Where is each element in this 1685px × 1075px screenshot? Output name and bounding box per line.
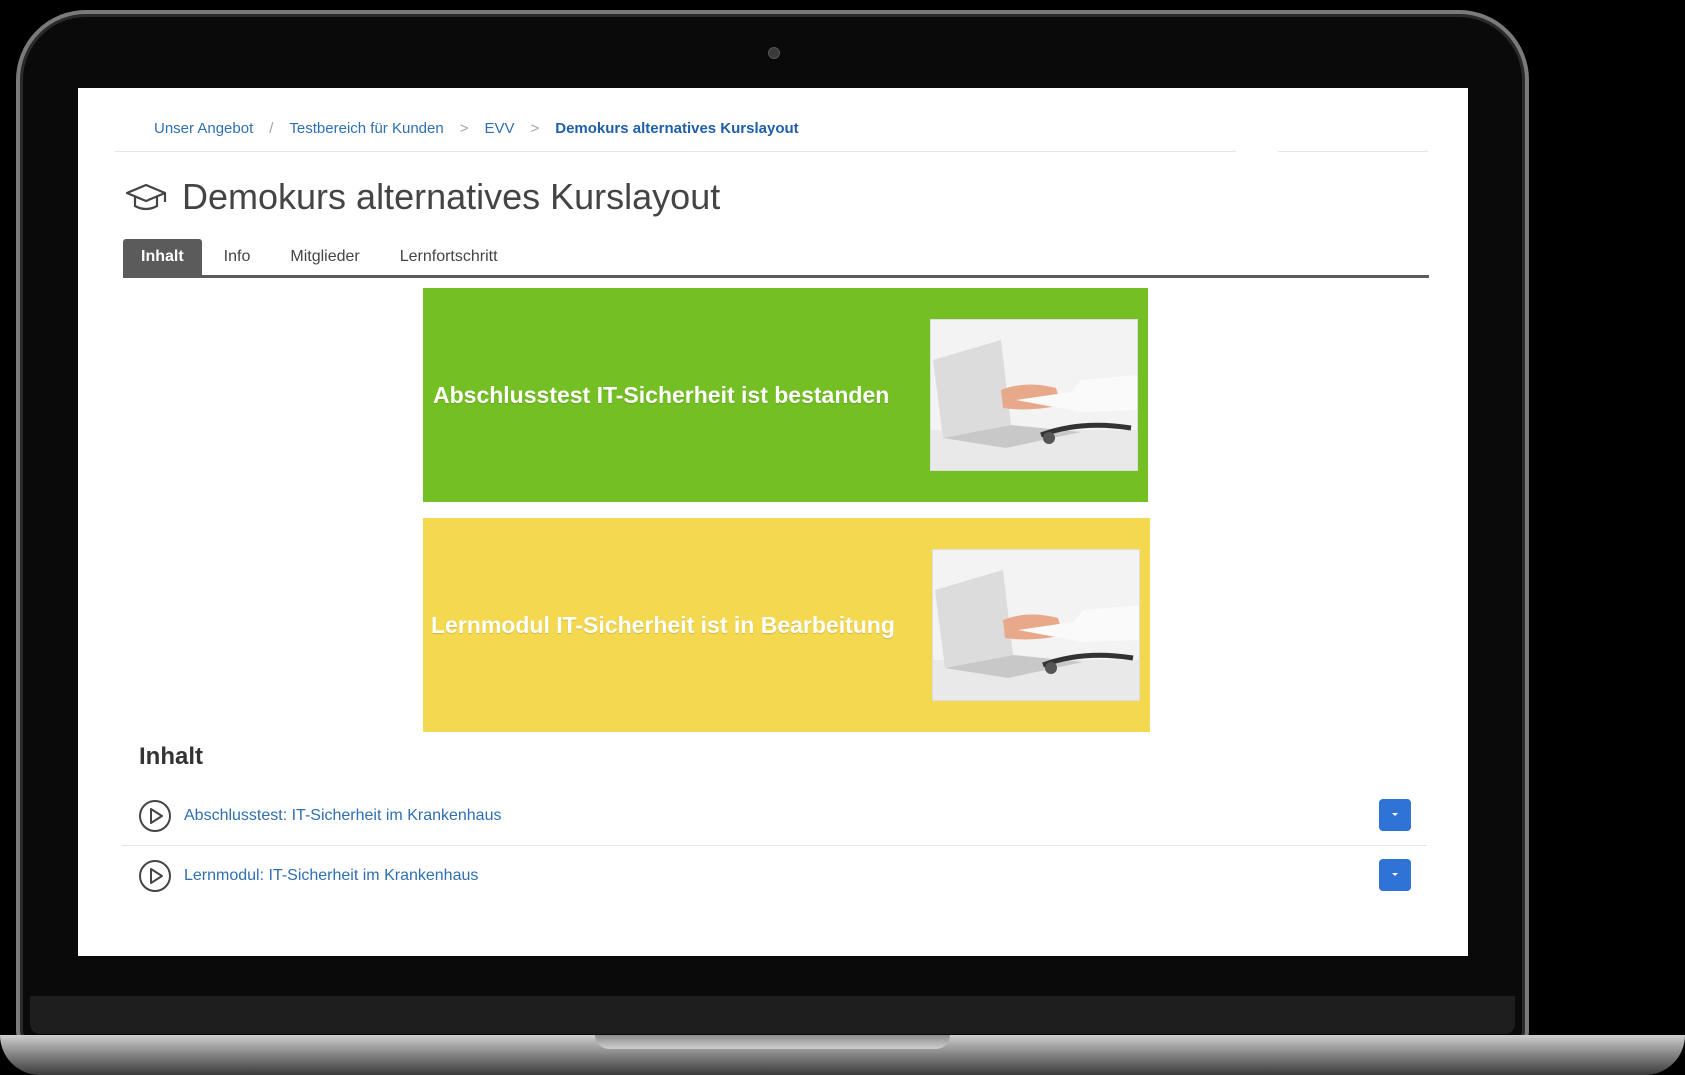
breadcrumb-divider [1278, 151, 1428, 152]
breadcrumb-separator: / [269, 120, 274, 137]
webcam [768, 47, 780, 59]
play-circle-icon [138, 799, 172, 833]
list-item: Lernmodul: IT-Sicherheit im Krankenhaus [122, 846, 1427, 905]
breadcrumb-item-testbereich[interactable]: Testbereich für Kunden [289, 120, 443, 137]
banner-text: Lernmodul IT-Sicherheit ist in Bearbeitu… [431, 611, 895, 638]
page-title: Demokurs alternatives Kurslayout [124, 176, 720, 218]
breadcrumb-separator: > [530, 120, 540, 137]
screen: Unser Angebot / Testbereich für Kunden >… [78, 88, 1468, 956]
activity-dropdown-button[interactable] [1379, 859, 1411, 891]
tab-info[interactable]: Info [206, 239, 269, 275]
laptop-hinge-notch [595, 1035, 950, 1049]
breadcrumb-item-unser-angebot[interactable]: Unser Angebot [154, 120, 253, 137]
breadcrumb-separator: > [459, 120, 469, 137]
graduation-cap-icon [124, 182, 168, 212]
caret-down-icon [1392, 813, 1398, 816]
course-tabs: Inhalt Info Mitglieder Lernfortschritt [123, 237, 1429, 278]
content-section-title: Inhalt [139, 743, 203, 770]
tab-mitglieder[interactable]: Mitglieder [272, 239, 377, 275]
breadcrumb-item-evv[interactable]: EVV [484, 120, 514, 137]
laptop-hands-image [932, 549, 1140, 701]
play-circle-icon [138, 859, 172, 893]
status-banner-in-progress[interactable]: Lernmodul IT-Sicherheit ist in Bearbeitu… [423, 518, 1150, 732]
content-list: Abschlusstest: IT-Sicherheit im Krankenh… [122, 786, 1427, 905]
breadcrumb: Unser Angebot / Testbereich für Kunden >… [154, 120, 799, 137]
list-item: Abschlusstest: IT-Sicherheit im Krankenh… [122, 786, 1427, 846]
activity-link[interactable]: Lernmodul: IT-Sicherheit im Krankenhaus [184, 867, 478, 885]
breadcrumb-current: Demokurs alternatives Kurslayout [555, 120, 799, 137]
caret-down-icon [1392, 873, 1398, 876]
banner-text: Abschlusstest IT-Sicherheit ist bestande… [433, 381, 890, 408]
activity-dropdown-button[interactable] [1379, 799, 1411, 831]
tab-lernfortschritt[interactable]: Lernfortschritt [382, 239, 516, 275]
tab-inhalt[interactable]: Inhalt [123, 239, 202, 275]
status-banner-passed[interactable]: Abschlusstest IT-Sicherheit ist bestande… [423, 288, 1148, 502]
page-title-text: Demokurs alternatives Kurslayout [182, 176, 721, 217]
breadcrumb-divider [114, 151, 1236, 152]
activity-link[interactable]: Abschlusstest: IT-Sicherheit im Krankenh… [184, 807, 501, 825]
laptop-chin [30, 996, 1515, 1034]
laptop-hands-image [930, 319, 1138, 471]
